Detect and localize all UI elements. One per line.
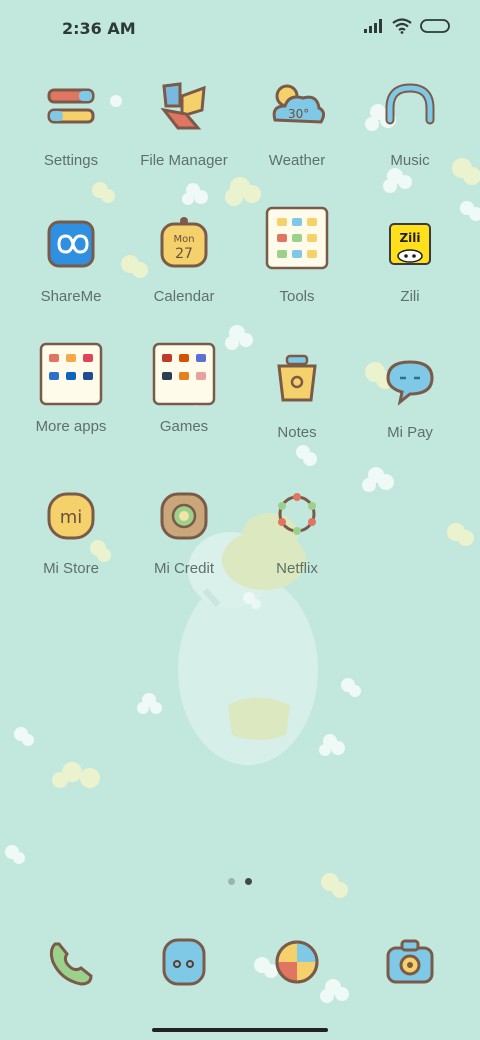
battery-icon [420, 19, 450, 33]
music-icon [385, 83, 435, 125]
app-label: Zili [400, 288, 420, 305]
app-zili[interactable]: Zili Zili [353, 212, 467, 305]
page-dot-2[interactable] [245, 878, 252, 885]
app-label: ShareMe [40, 288, 102, 305]
calendar-day: Mon [173, 234, 194, 245]
app-notes[interactable]: Notes [240, 348, 354, 441]
zili-wordmark: Zili [399, 231, 420, 245]
more-apps-folder-icon [39, 342, 103, 406]
mi-store-wordmark: mi [60, 507, 83, 528]
phone-icon [49, 942, 93, 986]
app-label: Tools [279, 288, 315, 305]
app-label: More apps [35, 418, 107, 435]
app-label: Mi Credit [153, 560, 214, 577]
status-time: 2:36 AM [62, 19, 136, 38]
folder-more-apps[interactable]: More apps [14, 342, 128, 435]
calendar-date: 27 [175, 246, 193, 262]
folder-games[interactable]: Games [127, 342, 241, 435]
app-label: File Manager [140, 152, 228, 169]
signal-icon [364, 19, 382, 33]
mi-credit-icon [160, 492, 208, 540]
camera-icon [386, 939, 434, 984]
app-weather[interactable]: 30° Weather [240, 76, 354, 169]
weather-temp: 30° [288, 107, 309, 121]
dock [0, 930, 480, 990]
app-calendar[interactable]: Mon 27 Calendar [127, 212, 241, 305]
page-indicator [228, 878, 252, 885]
tools-folder-icon [265, 206, 329, 270]
app-label: Netflix [276, 560, 318, 577]
app-label: Notes [277, 424, 317, 441]
zili-icon: Zili [389, 223, 431, 265]
page-dot-1[interactable] [228, 878, 235, 885]
dock-messages[interactable] [127, 930, 241, 994]
app-file-manager[interactable]: File Manager [127, 76, 241, 169]
app-label: Mi Pay [387, 424, 433, 441]
dock-camera[interactable] [353, 930, 467, 994]
app-label: Settings [43, 152, 99, 169]
messages-icon [162, 938, 206, 986]
app-mi-credit[interactable]: Mi Credit [127, 484, 241, 577]
dock-browser[interactable] [240, 930, 354, 994]
app-label: Games [159, 418, 209, 435]
settings-icon [47, 88, 95, 124]
app-label: Weather [268, 152, 326, 169]
dock-phone[interactable] [14, 930, 128, 994]
app-shareme[interactable]: ShareMe [14, 212, 128, 305]
app-mi-store[interactable]: mi Mi Store [14, 484, 128, 577]
notes-icon [277, 354, 317, 402]
wifi-icon [392, 18, 412, 34]
app-label: Music [390, 152, 430, 169]
calendar-icon: Mon 27 [160, 217, 208, 268]
file-manager-icon [160, 82, 206, 130]
app-netflix[interactable]: Netflix [240, 484, 354, 577]
mi-pay-icon [386, 360, 434, 406]
app-label: Calendar [153, 288, 215, 305]
mi-store-icon: mi [47, 492, 95, 540]
shareme-icon [47, 220, 95, 268]
status-bar: 2:36 AM [0, 0, 480, 56]
weather-icon: 30° [272, 84, 326, 124]
games-folder-icon [152, 342, 216, 406]
browser-icon [275, 940, 319, 984]
folder-tools[interactable]: Tools [240, 206, 354, 305]
home-gesture-bar[interactable] [152, 1028, 328, 1032]
app-settings[interactable]: Settings [14, 76, 128, 169]
app-music[interactable]: Music [353, 76, 467, 169]
app-mi-pay[interactable]: Mi Pay [353, 348, 467, 441]
netflix-icon [278, 493, 316, 535]
app-label: Mi Store [43, 560, 99, 577]
